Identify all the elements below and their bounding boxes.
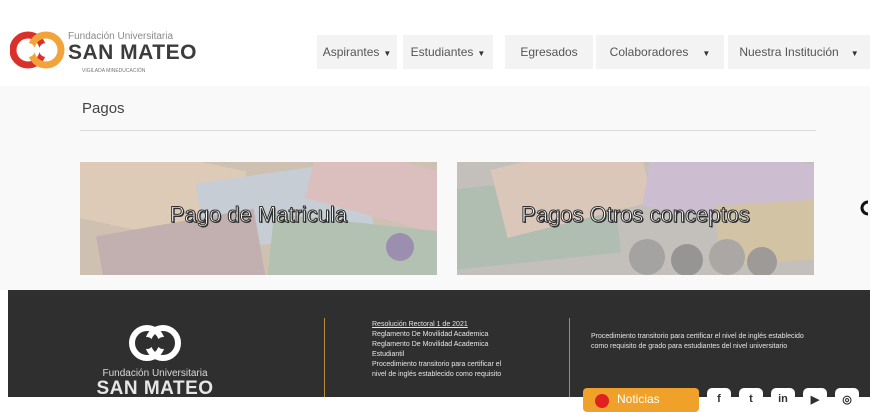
nav-label: Nuestra Institución — [739, 45, 839, 59]
nav-nuestra-institucion[interactable]: Nuestra Institución ▼ — [728, 35, 870, 69]
news-label: Noticias — [617, 392, 660, 406]
news-button[interactable]: Noticias — [583, 388, 699, 412]
card-label: Pago de Matricula — [169, 202, 348, 228]
footer-link[interactable]: Reglamento De Movilidad Academica — [372, 340, 562, 350]
nav-label: Estudiantes — [410, 45, 474, 59]
chevron-down-icon: ▼ — [702, 49, 711, 58]
chevron-down-icon: ▼ — [383, 49, 392, 58]
footer-link[interactable]: Resolución Rectoral 1 de 2021 — [372, 320, 562, 330]
footer-link[interactable]: Estudiantil — [372, 350, 562, 360]
site-footer: Fundación Universitaria SAN MATEO Resolu… — [8, 290, 870, 412]
logo-icon — [10, 31, 65, 69]
chat-bubble-icon[interactable] — [858, 196, 870, 220]
chevron-down-icon: ▼ — [477, 49, 486, 58]
nav-estudiantes[interactable]: Estudiantes ▼ — [403, 35, 493, 69]
chevron-down-icon: ▼ — [850, 49, 859, 58]
nav-aspirantes[interactable]: Aspirantes ▼ — [317, 35, 397, 69]
footer-link[interactable]: Procedimiento transitorio para certifica… — [372, 360, 562, 370]
nav-egresados[interactable]: Egresados — [505, 35, 593, 69]
twitter-icon[interactable]: t — [739, 388, 763, 412]
logo-line-3: VIGILADA MINEDUCACIÓN — [82, 68, 146, 74]
card-pago-matricula[interactable]: Pago de Matricula — [80, 162, 437, 275]
logo-icon — [129, 325, 181, 361]
top-strip — [0, 0, 870, 10]
footer-divider — [324, 318, 325, 397]
record-icon — [595, 394, 609, 408]
card-pagos-otros-conceptos[interactable]: Pagos Otros conceptos — [457, 162, 814, 275]
facebook-icon[interactable]: f — [707, 388, 731, 412]
logo-line-2: SAN MATEO — [68, 41, 197, 64]
card-label: Pagos Otros conceptos — [521, 202, 751, 228]
youtube-icon[interactable]: ▶ — [803, 388, 827, 412]
footer-link[interactable]: Reglamento De Movilidad Academica — [372, 330, 562, 340]
site-logo[interactable]: Fundación Universitaria SAN MATEO VIGILA… — [10, 24, 270, 84]
footer-links: Resolución Rectoral 1 de 2021 Reglamento… — [372, 320, 562, 380]
instagram-icon[interactable]: ◎ — [835, 388, 859, 412]
footer-logo[interactable]: Fundación Universitaria SAN MATEO — [90, 320, 220, 400]
nav-colaboradores[interactable]: Colaboradores ▼ — [596, 35, 724, 69]
site-header: Fundación Universitaria SAN MATEO VIGILA… — [0, 10, 870, 86]
footer-divider — [569, 318, 570, 397]
linkedin-icon[interactable]: in — [771, 388, 795, 412]
page-title: Pagos — [82, 100, 125, 117]
footer-notice[interactable]: Procedimiento transitorio para certifica… — [591, 332, 821, 352]
footer-link[interactable]: nivel de inglés establecido como requisi… — [372, 370, 562, 380]
title-divider — [80, 130, 816, 131]
nav-label: Egresados — [520, 45, 578, 59]
nav-label: Colaboradores — [609, 45, 689, 59]
nav-label: Aspirantes — [322, 45, 380, 59]
